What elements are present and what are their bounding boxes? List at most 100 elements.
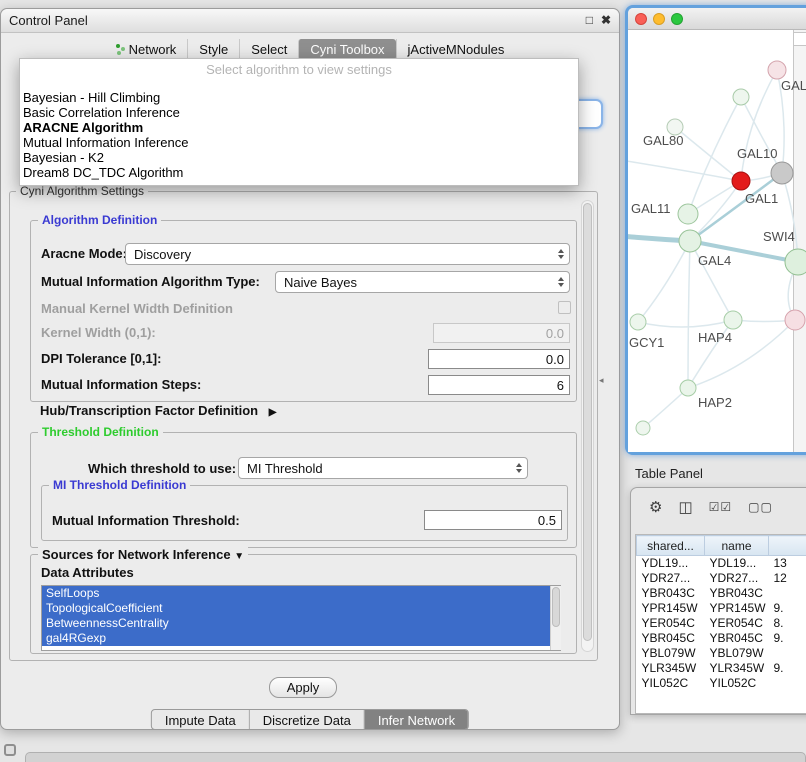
dpi-tolerance-field[interactable] bbox=[428, 349, 570, 369]
algorithm-option[interactable]: Bayesian - K2 bbox=[20, 150, 578, 165]
cyni-settings-group: Cyni Algorithm Settings Algorithm Defini… bbox=[9, 191, 598, 661]
mi-algorithm-type-select[interactable]: Naive Bayes bbox=[275, 271, 570, 293]
network-edge bbox=[741, 70, 777, 181]
network-node[interactable] bbox=[785, 310, 805, 330]
manual-kernel-width-checkbox[interactable] bbox=[558, 301, 571, 314]
network-edge bbox=[638, 241, 690, 322]
attribute-item[interactable]: SelfLoops bbox=[42, 586, 560, 601]
attribute-list-scroll-thumb[interactable] bbox=[552, 587, 560, 627]
node-table-body: YDL19...YDL19...13YDR27...YDR27...12YBR0… bbox=[637, 556, 806, 691]
dpi-tolerance-label: DPI Tolerance [0,1]: bbox=[41, 351, 161, 366]
mi-algorithm-type-label: Mutual Information Algorithm Type: bbox=[41, 274, 260, 289]
table-cell: YER054C bbox=[637, 616, 705, 631]
algorithm-option[interactable]: Mutual Information Inference bbox=[20, 135, 578, 150]
attribute-item[interactable]: BetweennessCentrality bbox=[42, 616, 560, 631]
expand-down-icon: ▼ bbox=[234, 551, 244, 562]
network-node[interactable] bbox=[630, 314, 646, 330]
network-canvas[interactable]: GAL80GAL10GAL11GAL1SWI4GAL4GCY1HAP4HAP2G… bbox=[628, 30, 806, 452]
panel-collapse-icon[interactable]: ◂ bbox=[599, 375, 604, 386]
bottom-left-window-icon[interactable] bbox=[4, 744, 16, 756]
table-row[interactable]: YBL079WYBL079W bbox=[637, 646, 806, 661]
network-node[interactable] bbox=[679, 230, 701, 252]
hub-definition-label: Hub/Transcription Factor Definition bbox=[40, 403, 258, 418]
table-row[interactable]: YER054CYER054C8. bbox=[637, 616, 806, 631]
close-icon[interactable]: ✖ bbox=[601, 13, 611, 27]
table-cell: YIL052C bbox=[637, 676, 705, 691]
network-node[interactable] bbox=[785, 249, 806, 275]
select-all-icon[interactable]: ☑☑ bbox=[709, 501, 733, 513]
network-node[interactable] bbox=[636, 421, 650, 435]
gear-icon[interactable]: ⚙ bbox=[649, 500, 662, 515]
tab-cyni-toolbox[interactable]: Cyni Toolbox bbox=[298, 39, 395, 60]
settings-scroll-thumb[interactable] bbox=[583, 203, 592, 641]
tab-network[interactable]: Network bbox=[105, 39, 188, 60]
network-node[interactable] bbox=[724, 311, 742, 329]
table-cell: YBR045C bbox=[705, 631, 769, 646]
zoom-traffic-light-icon[interactable] bbox=[671, 13, 683, 25]
table-row[interactable]: YLR345WYLR345W9. bbox=[637, 661, 806, 676]
network-node[interactable] bbox=[732, 172, 750, 190]
columns-icon[interactable]: ◫ bbox=[678, 500, 692, 515]
algorithm-definition-title: Algorithm Definition bbox=[38, 213, 161, 227]
network-node[interactable] bbox=[768, 61, 786, 79]
bottom-tab-infer-network[interactable]: Infer Network bbox=[364, 710, 468, 729]
tab-label: jActiveMNodules bbox=[408, 42, 505, 57]
bottom-tab-discretize-data[interactable]: Discretize Data bbox=[249, 710, 364, 729]
collapse-right-icon: ▶ bbox=[269, 407, 277, 418]
kernel-width-field[interactable] bbox=[433, 323, 570, 343]
table-toolbar: ⚙ ◫ ☑☑ ▢▢ bbox=[649, 494, 773, 520]
algorithm-option[interactable]: Basic Correlation Inference bbox=[20, 105, 578, 120]
column-header-shared[interactable]: shared... bbox=[637, 536, 705, 556]
attribute-list-scrollbar[interactable] bbox=[550, 586, 561, 650]
attribute-item[interactable]: TopologicalCoefficient bbox=[42, 601, 560, 616]
tab-select[interactable]: Select bbox=[239, 39, 298, 60]
which-threshold-select[interactable]: MI Threshold bbox=[238, 457, 528, 479]
hub-definition-section[interactable]: Hub/Transcription Factor Definition ▶ bbox=[40, 403, 276, 418]
network-node-label: SWI4 bbox=[763, 229, 795, 244]
table-cell: YIL052C bbox=[705, 676, 769, 691]
table-row[interactable]: YDR27...YDR27...12 bbox=[637, 571, 806, 586]
sources-title[interactable]: Sources for Network Inference ▼ bbox=[38, 547, 248, 562]
control-panel-titlebar: Control Panel □ ✖ bbox=[1, 9, 619, 33]
kernel-width-label: Kernel Width (0,1): bbox=[41, 325, 156, 340]
network-node[interactable] bbox=[771, 162, 793, 184]
table-row[interactable]: YBR043CYBR043C bbox=[637, 586, 806, 601]
settings-scrollbar[interactable] bbox=[581, 200, 594, 652]
table-row[interactable]: YBR045CYBR045C9. bbox=[637, 631, 806, 646]
table-row[interactable]: YIL052CYIL052C bbox=[637, 676, 806, 691]
network-edge bbox=[782, 173, 798, 262]
network-node[interactable] bbox=[680, 380, 696, 396]
mi-steps-label: Mutual Information Steps: bbox=[41, 377, 201, 392]
table-cell: 9. bbox=[769, 661, 806, 676]
mi-threshold-field[interactable] bbox=[424, 510, 562, 530]
attribute-item[interactable]: gal4RGexp bbox=[42, 631, 560, 646]
bottom-tab-bar: Impute DataDiscretize DataInfer Network bbox=[151, 709, 469, 730]
apply-button[interactable]: Apply bbox=[269, 677, 337, 698]
column-header-name[interactable]: name bbox=[705, 536, 769, 556]
float-window-icon[interactable]: □ bbox=[586, 13, 593, 27]
node-table: shared... name YDL19...YDL19...13YDR27..… bbox=[635, 534, 806, 714]
minimize-traffic-light-icon[interactable] bbox=[653, 13, 665, 25]
network-node[interactable] bbox=[733, 89, 749, 105]
aracne-mode-select[interactable]: Discovery bbox=[125, 243, 570, 265]
control-panel-window: Control Panel □ ✖ NetworkStyleSelectCyni… bbox=[0, 8, 620, 730]
table-row[interactable]: YPR145WYPR145W9. bbox=[637, 601, 806, 616]
bottom-tab-impute-data[interactable]: Impute Data bbox=[152, 710, 249, 729]
algorithm-option[interactable]: ARACNE Algorithm bbox=[20, 120, 578, 135]
table-cell: YDL19... bbox=[705, 556, 769, 571]
mi-steps-field[interactable] bbox=[428, 375, 570, 395]
algorithm-option[interactable]: Dream8 DC_TDC Algorithm bbox=[20, 165, 578, 180]
network-node[interactable] bbox=[678, 204, 698, 224]
table-row[interactable]: YDL19...YDL19...13 bbox=[637, 556, 806, 571]
table-cell: YLR345W bbox=[637, 661, 705, 676]
tab-style[interactable]: Style bbox=[187, 39, 239, 60]
network-node-label: GAL80 bbox=[643, 133, 683, 148]
algorithm-option[interactable]: Bayesian - Hill Climbing bbox=[20, 90, 578, 105]
close-traffic-light-icon[interactable] bbox=[635, 13, 647, 25]
tab-jactivemnodules[interactable]: jActiveMNodules bbox=[396, 39, 516, 60]
column-header-extra[interactable] bbox=[769, 536, 806, 556]
deselect-all-icon[interactable]: ▢▢ bbox=[748, 501, 773, 513]
algorithm-dropdown-popup: Select algorithm to view settings Bayesi… bbox=[19, 58, 579, 186]
sources-box: Sources for Network Inference ▼ Data Att… bbox=[30, 554, 577, 654]
mi-threshold-label: Mutual Information Threshold: bbox=[52, 513, 240, 528]
